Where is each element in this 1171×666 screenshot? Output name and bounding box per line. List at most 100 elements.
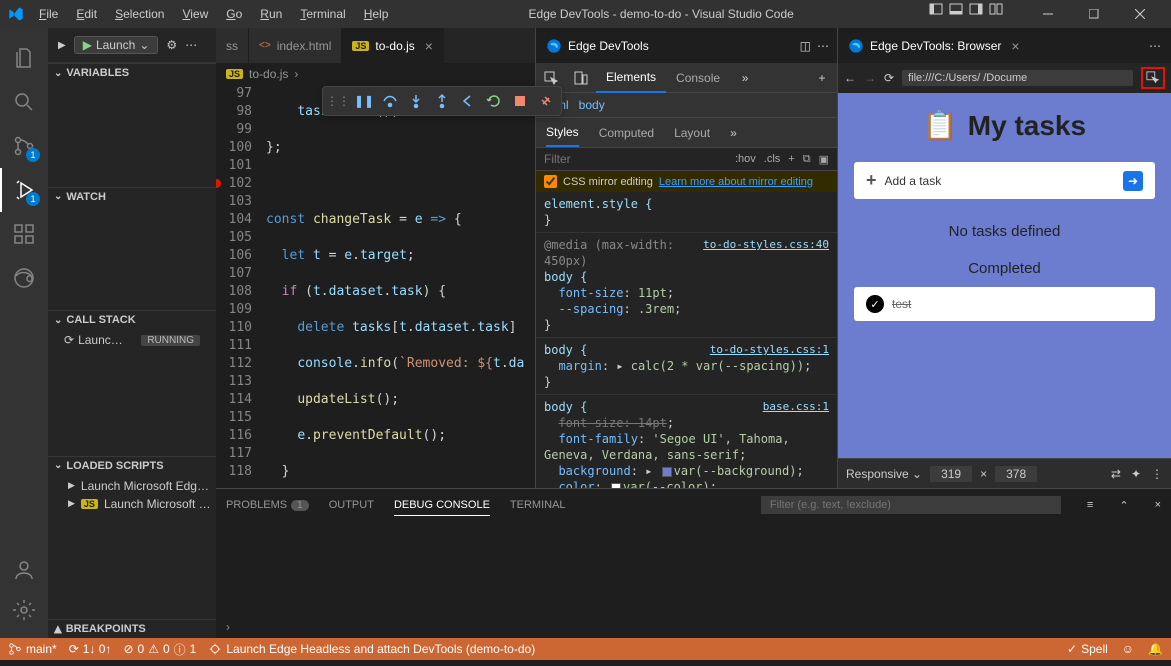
errors-item[interactable]: ⊘ 0 ⚠ 0 ⓘ 1 bbox=[123, 641, 196, 658]
completed-task-item[interactable]: ✓ test bbox=[854, 287, 1155, 321]
close-icon[interactable]: × bbox=[1155, 499, 1161, 511]
step-over-button[interactable] bbox=[377, 89, 403, 113]
tab-todo-js[interactable]: JSto-do.js× bbox=[342, 28, 444, 63]
callstack-header[interactable]: ⌄CALL STACK bbox=[48, 310, 216, 329]
collapse-icon[interactable]: ⌃ bbox=[1119, 499, 1128, 512]
disconnect-button[interactable] bbox=[533, 89, 559, 113]
branch-item[interactable]: main* bbox=[8, 642, 57, 656]
computed-subtab[interactable]: Computed bbox=[599, 120, 654, 146]
more-icon[interactable]: ⋯ bbox=[185, 38, 197, 52]
styles-filter-input[interactable] bbox=[544, 152, 727, 166]
responsive-dropdown[interactable]: Responsive ⌄ bbox=[846, 467, 922, 481]
more-subtabs-icon[interactable]: » bbox=[730, 126, 737, 140]
variables-header[interactable]: ⌄VARIABLES bbox=[48, 63, 216, 82]
console-tab[interactable]: Console bbox=[666, 63, 730, 93]
breakpoint-icon[interactable] bbox=[216, 179, 221, 188]
tab-ss[interactable]: ss bbox=[216, 28, 249, 63]
hov-button[interactable]: :hov bbox=[735, 153, 756, 165]
settings-icon[interactable] bbox=[0, 590, 48, 630]
debug-console-tab[interactable]: DEBUG CONSOLE bbox=[394, 495, 490, 516]
menu-edit[interactable]: Edit bbox=[69, 5, 104, 23]
script-item[interactable]: ▶JSLaunch Microsoft … bbox=[48, 495, 216, 513]
stop-button[interactable] bbox=[507, 89, 533, 113]
menu-selection[interactable]: Selection bbox=[108, 5, 171, 23]
feedback-icon[interactable]: ☺ bbox=[1122, 642, 1134, 656]
close-icon[interactable]: × bbox=[425, 38, 433, 54]
reload-button[interactable]: ⟳ bbox=[884, 71, 894, 85]
more-icon[interactable]: ⋯ bbox=[817, 39, 829, 53]
elements-tab[interactable]: Elements bbox=[596, 63, 666, 93]
back-button[interactable]: ← bbox=[844, 71, 856, 85]
step-out-button[interactable] bbox=[429, 89, 455, 113]
watch-header[interactable]: ⌄WATCH bbox=[48, 187, 216, 206]
tab-index[interactable]: <>index.html bbox=[249, 28, 342, 63]
extensions-icon[interactable] bbox=[0, 212, 48, 256]
layout-btn-4[interactable] bbox=[987, 0, 1005, 18]
split-icon[interactable]: ◫ bbox=[800, 39, 811, 53]
submit-button[interactable]: ➜ bbox=[1123, 171, 1143, 191]
debug-target[interactable]: Launch Edge Headless and attach DevTools… bbox=[208, 642, 535, 656]
height-input[interactable]: 378 bbox=[995, 466, 1037, 482]
spell-item[interactable]: ✓ Spell bbox=[1067, 642, 1108, 656]
rotate-icon[interactable]: ⇄ bbox=[1111, 467, 1121, 481]
scm-icon[interactable]: 1 bbox=[0, 124, 48, 168]
inspect-element-button[interactable] bbox=[1141, 67, 1165, 89]
step-into-button[interactable] bbox=[403, 89, 429, 113]
restart-button[interactable] bbox=[481, 89, 507, 113]
device-options-icon[interactable]: ✦ bbox=[1131, 467, 1141, 481]
minimize-button[interactable] bbox=[1025, 0, 1071, 28]
loaded-scripts-header[interactable]: ⌄LOADED SCRIPTS bbox=[48, 456, 216, 475]
page-viewport[interactable]: 📋My tasks + Add a task ➜ No tasks define… bbox=[838, 93, 1171, 458]
more-icon[interactable]: ⋮ bbox=[1151, 467, 1163, 481]
add-tab-icon[interactable]: + bbox=[807, 63, 837, 93]
menu-help[interactable]: Help bbox=[357, 5, 396, 23]
layout-btn-2[interactable] bbox=[947, 0, 965, 18]
debug-console-body[interactable]: › bbox=[216, 521, 1171, 638]
step-back-button[interactable] bbox=[455, 89, 481, 113]
close-button[interactable] bbox=[1117, 0, 1163, 28]
breakpoints-header[interactable]: ▶BREAKPOINTS bbox=[48, 619, 216, 638]
callstack-item[interactable]: ⟳Launc… RUNNING bbox=[48, 331, 216, 349]
menu-go[interactable]: Go bbox=[219, 5, 249, 23]
computed-icon[interactable]: ▣ bbox=[819, 153, 829, 166]
account-icon[interactable] bbox=[0, 550, 48, 590]
debug-icon[interactable]: 1 bbox=[0, 168, 48, 212]
flexbox-icon[interactable]: ⧉ bbox=[803, 153, 811, 166]
cls-button[interactable]: .cls bbox=[764, 153, 781, 165]
drag-handle-icon[interactable]: ⋮⋮ bbox=[325, 89, 351, 113]
script-item[interactable]: ▶Launch Microsoft Edg… bbox=[48, 477, 216, 495]
launch-config-dropdown[interactable]: ▶Launch⌄ bbox=[74, 36, 159, 54]
forward-button[interactable]: → bbox=[864, 71, 876, 85]
more-tabs-icon[interactable]: » bbox=[730, 63, 760, 93]
explorer-icon[interactable] bbox=[0, 36, 48, 80]
styles-pane[interactable]: element.style {} to-do-styles.css:40 @me… bbox=[536, 192, 837, 488]
layout-btn-1[interactable] bbox=[927, 0, 945, 18]
layout-subtab[interactable]: Layout bbox=[674, 120, 710, 146]
more-icon[interactable]: ⋯ bbox=[1149, 39, 1171, 53]
output-tab[interactable]: OUTPUT bbox=[329, 495, 374, 515]
menu-terminal[interactable]: Terminal bbox=[293, 5, 352, 23]
mirror-link[interactable]: Learn more about mirror editing bbox=[659, 176, 813, 188]
address-bar[interactable]: file:///C:/Users/ /Docume bbox=[902, 70, 1133, 86]
search-icon[interactable] bbox=[0, 80, 48, 124]
browser-tab[interactable]: Edge DevTools: Browser× bbox=[838, 28, 1031, 63]
sync-item[interactable]: ⟳ 1↓ 0↑ bbox=[69, 642, 112, 656]
styles-subtab[interactable]: Styles bbox=[546, 119, 579, 147]
pause-button[interactable]: ❚❚ bbox=[351, 89, 377, 113]
chevron-icon[interactable]: ▶ bbox=[58, 40, 66, 51]
device-icon[interactable] bbox=[566, 63, 596, 93]
bell-icon[interactable]: 🔔 bbox=[1148, 642, 1163, 656]
mirror-checkbox[interactable] bbox=[544, 175, 557, 188]
breadcrumb[interactable]: JSto-do.js› bbox=[216, 63, 535, 85]
layout-btn-3[interactable] bbox=[967, 0, 985, 18]
terminal-tab[interactable]: TERMINAL bbox=[510, 495, 566, 515]
gear-icon[interactable]: ⚙ bbox=[166, 38, 177, 52]
filter-icon[interactable]: ≡ bbox=[1087, 499, 1093, 511]
maximize-button[interactable] bbox=[1071, 0, 1117, 28]
width-input[interactable]: 319 bbox=[930, 466, 972, 482]
code-editor[interactable]: 979899100101 102 10310410510610710810911… bbox=[216, 85, 535, 488]
dom-breadcrumb[interactable]: htmlbody bbox=[536, 93, 837, 117]
add-task-card[interactable]: + Add a task ➜ bbox=[854, 162, 1155, 199]
close-icon[interactable]: × bbox=[1011, 38, 1019, 54]
devtools-tab[interactable]: Edge DevTools bbox=[536, 28, 660, 63]
